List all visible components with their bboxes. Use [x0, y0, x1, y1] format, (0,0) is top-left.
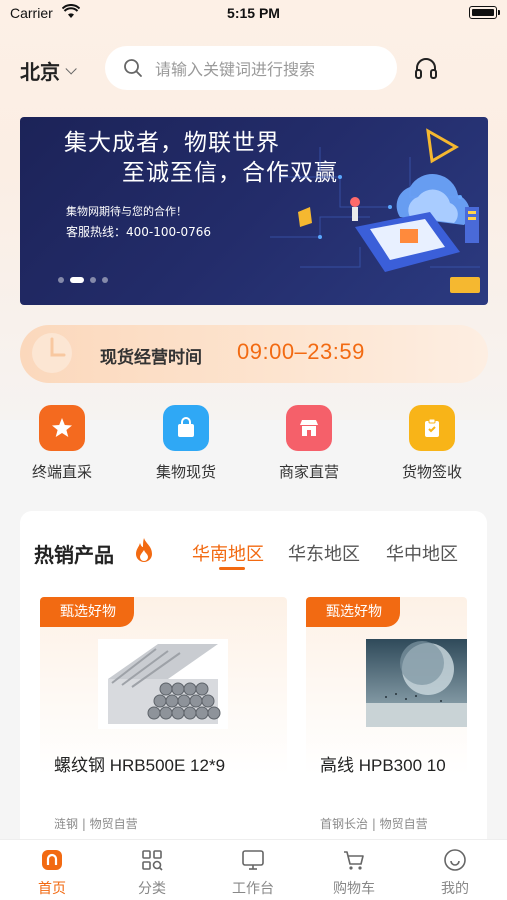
- search-icon: [124, 59, 142, 77]
- section-title: 热销产品: [34, 543, 114, 567]
- quick-link-label: 终端直采: [31, 463, 92, 481]
- chevron-down-icon: [65, 62, 77, 75]
- pagination-dot-active[interactable]: [70, 277, 84, 283]
- quick-link-goods-signoff[interactable]: 货物签收: [382, 405, 482, 482]
- product-meta: 涟钢 | 物贸自营: [54, 817, 138, 831]
- promo-banner[interactable]: 集大成者，物联世界 至诚至信，合作双赢 集物网期待与您的合作！ 客服热线：400…: [20, 117, 488, 305]
- tab-label: 我的: [441, 881, 469, 897]
- product-image-rebar: [98, 639, 228, 729]
- tab-workbench[interactable]: 工作台: [213, 848, 293, 898]
- banner-subline: 集物网期待与您的合作！: [66, 205, 187, 218]
- star-icon: [39, 405, 85, 451]
- product-card[interactable]: 甄选好物 螺纹钢 HRB500E 12*9 涟钢 | 物贸自营: [40, 597, 287, 851]
- city-selector[interactable]: 北京: [20, 56, 77, 85]
- clock-time: 5:15 PM: [227, 5, 280, 21]
- banner-illustration: [270, 128, 480, 293]
- quick-link-label: 集物现货: [155, 463, 216, 481]
- product-tag: 甄选好物: [40, 597, 134, 627]
- quick-link-terminal-purchase[interactable]: 终端直采: [12, 405, 112, 482]
- search-input[interactable]: 请输入关键词进行搜索: [105, 46, 397, 90]
- tab-profile[interactable]: 我的: [415, 848, 495, 898]
- business-hours-bar: 现货经营时间 09:00–23:59: [20, 325, 488, 383]
- tab-label: 分类: [138, 881, 166, 897]
- tab-cart[interactable]: 购物车: [314, 848, 394, 898]
- hours-label: 现货经营时间: [100, 348, 202, 368]
- hot-products-card: 热销产品 华南地区 华东地区 华中地区 甄选好物 螺纹钢 HRB500E 12*…: [20, 511, 487, 851]
- product-meta: 首钢长治 | 物贸自营: [320, 817, 428, 831]
- monitor-icon: [242, 850, 264, 870]
- pagination-dot[interactable]: [90, 277, 96, 283]
- product-tag: 甄选好物: [306, 597, 400, 627]
- quick-link-merchant-direct[interactable]: 商家直营: [259, 405, 359, 482]
- tab-label: 工作台: [232, 881, 274, 897]
- product-card[interactable]: 甄选好物 高线 HPB300 10 首钢长治 | 物贸自营: [306, 597, 467, 851]
- store-icon: [286, 405, 332, 451]
- product-name: 螺纹钢 HRB500E 12*9: [54, 756, 226, 775]
- bag-icon: [163, 405, 209, 451]
- search-placeholder: 请输入关键词进行搜索: [155, 60, 316, 79]
- tab-category[interactable]: 分类: [112, 848, 192, 898]
- bottom-tab-bar: 首页 分类 工作台 购物车 我的: [0, 839, 507, 900]
- home-icon: [42, 850, 62, 870]
- quick-links: 终端直采 集物现货 商家直营 货物签收: [0, 405, 507, 495]
- profile-icon: [444, 849, 466, 871]
- battery-icon: [469, 6, 500, 19]
- pagination-dot[interactable]: [58, 277, 64, 283]
- product-name: 高线 HPB300 10: [320, 756, 446, 775]
- tab-label: 购物车: [333, 881, 375, 897]
- fire-icon: [136, 538, 152, 562]
- quick-link-label: 商家直营: [278, 463, 339, 481]
- tab-home[interactable]: 首页: [12, 848, 92, 898]
- quick-link-label: 货物签收: [401, 463, 462, 481]
- active-tab-indicator: [219, 567, 245, 570]
- hours-value: 09:00–23:59: [237, 339, 365, 364]
- clipboard-check-icon: [409, 405, 455, 451]
- banner-headline-1: 集大成者，物联世界: [64, 130, 280, 156]
- tab-label: 首页: [38, 881, 66, 897]
- headset-icon[interactable]: [413, 56, 439, 82]
- clock-icon: [32, 333, 72, 373]
- tab-east-china[interactable]: 华东地区: [288, 540, 360, 566]
- status-bar: Carrier 5:15 PM: [0, 0, 507, 28]
- pagination-dot[interactable]: [102, 277, 108, 283]
- city-label: 北京: [20, 60, 60, 84]
- banner-pagination: [58, 277, 108, 283]
- header: 北京 请输入关键词进行搜索: [0, 40, 507, 96]
- banner-hotline: 客服热线：400-100-0766: [66, 225, 212, 239]
- tab-central-china[interactable]: 华中地区: [386, 540, 458, 566]
- quick-link-spot-goods[interactable]: 集物现货: [136, 405, 236, 482]
- cart-icon: [344, 851, 364, 870]
- category-icon: [142, 850, 163, 871]
- product-image-wire: [366, 639, 467, 727]
- tab-south-china[interactable]: 华南地区: [192, 540, 264, 566]
